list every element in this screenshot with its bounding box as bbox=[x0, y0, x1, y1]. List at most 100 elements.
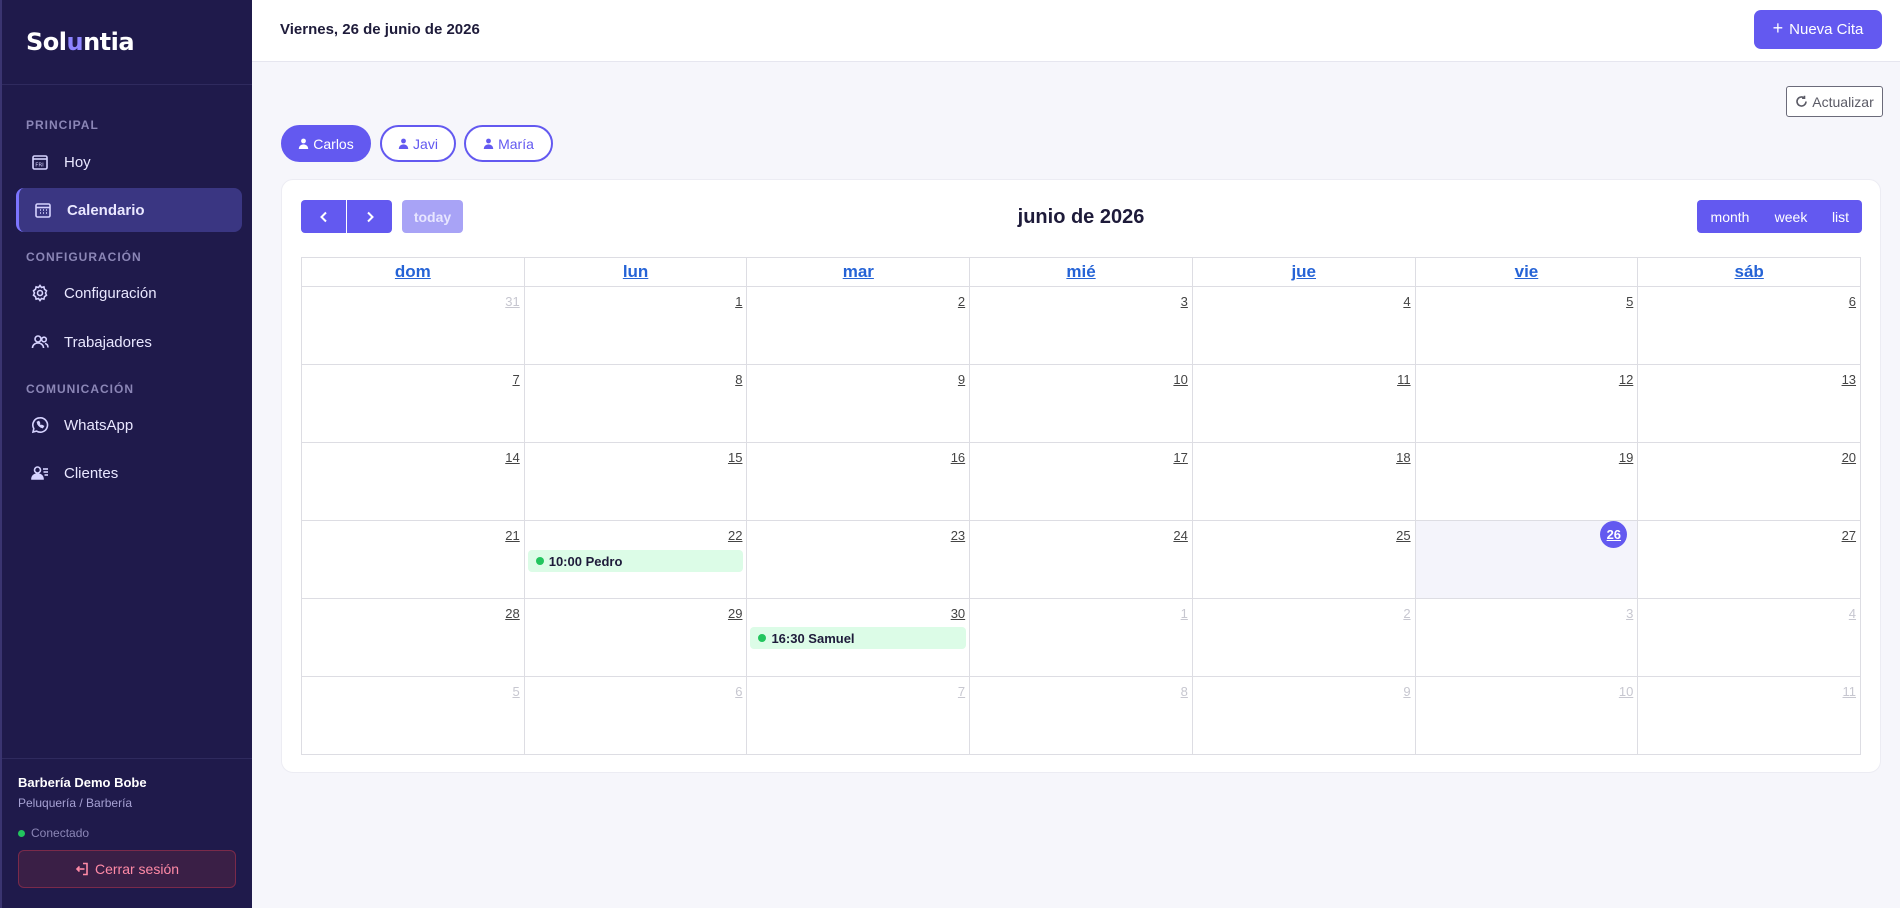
day-number[interactable]: 9 bbox=[1403, 684, 1410, 699]
day-cell[interactable]: 15 bbox=[525, 443, 748, 520]
day-cell[interactable]: 24 bbox=[970, 521, 1193, 598]
day-number[interactable]: 23 bbox=[951, 528, 965, 543]
day-number[interactable]: 1 bbox=[1181, 606, 1188, 621]
next-month-button[interactable] bbox=[347, 200, 392, 233]
day-number[interactable]: 27 bbox=[1842, 528, 1856, 543]
weekday-header[interactable]: lun bbox=[525, 258, 748, 286]
day-number[interactable]: 22 bbox=[728, 528, 742, 543]
day-cell[interactable]: 19 bbox=[1416, 443, 1639, 520]
worker-chip-carlos[interactable]: Carlos bbox=[281, 125, 371, 162]
day-cell[interactable]: 29 bbox=[525, 599, 748, 676]
day-number[interactable]: 28 bbox=[505, 606, 519, 621]
weekday-header[interactable]: sáb bbox=[1638, 258, 1860, 286]
weekday-header[interactable]: dom bbox=[302, 258, 525, 286]
day-cell[interactable]: 3 bbox=[970, 287, 1193, 364]
day-cell[interactable]: 14 bbox=[302, 443, 525, 520]
day-cell[interactable]: 9 bbox=[747, 365, 971, 442]
day-cell[interactable]: 31 bbox=[302, 287, 525, 364]
day-cell[interactable]: 18 bbox=[1193, 443, 1416, 520]
day-cell[interactable]: 4 bbox=[1638, 599, 1860, 676]
day-number[interactable]: 8 bbox=[735, 372, 742, 387]
prev-month-button[interactable] bbox=[301, 200, 346, 233]
day-number[interactable]: 2 bbox=[958, 294, 965, 309]
day-number[interactable]: 29 bbox=[728, 606, 742, 621]
day-number[interactable]: 7 bbox=[512, 372, 519, 387]
day-number[interactable]: 11 bbox=[1397, 372, 1411, 387]
weekday-header[interactable]: mar bbox=[747, 258, 971, 286]
today-button[interactable]: today bbox=[402, 200, 463, 233]
day-number[interactable]: 12 bbox=[1619, 372, 1633, 387]
day-number[interactable]: 3 bbox=[1626, 606, 1633, 621]
day-cell[interactable]: 5 bbox=[1416, 287, 1639, 364]
brand-logo[interactable]: Soluntia bbox=[26, 28, 135, 56]
day-number[interactable]: 20 bbox=[1842, 450, 1856, 465]
day-number[interactable]: 4 bbox=[1403, 294, 1410, 309]
weekday-header[interactable]: jue bbox=[1193, 258, 1416, 286]
day-number[interactable]: 31 bbox=[505, 294, 519, 309]
day-cell[interactable]: 21 bbox=[302, 521, 525, 598]
day-cell[interactable]: 5 bbox=[302, 677, 525, 754]
calendar-event[interactable]: 16:30 Samuel bbox=[750, 627, 967, 649]
day-cell[interactable]: 20 bbox=[1638, 443, 1860, 520]
today-day-number[interactable]: 26 bbox=[1600, 521, 1628, 548]
day-cell[interactable]: 7 bbox=[302, 365, 525, 442]
day-number[interactable]: 10 bbox=[1619, 684, 1633, 699]
sidebar-item-calendario[interactable]: Calendario bbox=[16, 188, 242, 232]
day-number[interactable]: 25 bbox=[1396, 528, 1410, 543]
day-number[interactable]: 13 bbox=[1842, 372, 1856, 387]
view-month-button[interactable]: month bbox=[1697, 200, 1763, 233]
day-cell[interactable]: 2 bbox=[1193, 599, 1416, 676]
day-number[interactable]: 17 bbox=[1173, 450, 1187, 465]
day-cell[interactable]: 9 bbox=[1193, 677, 1416, 754]
day-cell-today[interactable]: 26 bbox=[1415, 521, 1639, 598]
day-cell[interactable]: 2 bbox=[747, 287, 971, 364]
sidebar-item-trabajadores[interactable]: Trabajadores bbox=[16, 320, 242, 364]
day-cell[interactable]: 13 bbox=[1638, 365, 1860, 442]
day-cell[interactable]: 17 bbox=[970, 443, 1193, 520]
day-number[interactable]: 16 bbox=[951, 450, 965, 465]
day-number[interactable]: 2 bbox=[1403, 606, 1410, 621]
new-appointment-button[interactable]: + Nueva Cita bbox=[1754, 10, 1882, 49]
day-cell[interactable]: 7 bbox=[747, 677, 971, 754]
day-number[interactable]: 24 bbox=[1173, 528, 1187, 543]
day-number[interactable]: 3 bbox=[1181, 294, 1188, 309]
day-number[interactable]: 6 bbox=[735, 684, 742, 699]
day-number[interactable]: 14 bbox=[505, 450, 519, 465]
view-week-button[interactable]: week bbox=[1763, 200, 1819, 233]
calendar-event[interactable]: 10:00 Pedro bbox=[527, 550, 744, 572]
day-cell[interactable]: 28 bbox=[302, 599, 525, 676]
worker-chip-maria[interactable]: María bbox=[464, 125, 553, 162]
worker-chip-javi[interactable]: Javi bbox=[380, 125, 456, 162]
day-number[interactable]: 7 bbox=[958, 684, 965, 699]
day-number[interactable]: 21 bbox=[505, 528, 519, 543]
day-number[interactable]: 5 bbox=[512, 684, 519, 699]
day-cell[interactable]: 30 16:30 Samuel bbox=[747, 599, 971, 676]
sidebar-item-hoy[interactable]: FRI Hoy bbox=[16, 140, 242, 184]
day-cell[interactable]: 1 bbox=[525, 287, 748, 364]
day-cell[interactable]: 11 bbox=[1638, 677, 1860, 754]
sidebar-item-whatsapp[interactable]: WhatsApp bbox=[16, 403, 242, 447]
day-cell[interactable]: 3 bbox=[1416, 599, 1639, 676]
day-cell[interactable]: 6 bbox=[525, 677, 748, 754]
refresh-button[interactable]: Actualizar bbox=[1786, 86, 1883, 117]
day-cell[interactable]: 22 10:00 Pedro bbox=[525, 521, 748, 598]
day-cell[interactable]: 11 bbox=[1193, 365, 1416, 442]
day-cell[interactable]: 16 bbox=[747, 443, 971, 520]
day-cell[interactable]: 4 bbox=[1193, 287, 1416, 364]
day-number[interactable]: 10 bbox=[1173, 372, 1187, 387]
day-number[interactable]: 6 bbox=[1849, 294, 1856, 309]
day-cell[interactable]: 12 bbox=[1416, 365, 1639, 442]
day-number[interactable]: 8 bbox=[1181, 684, 1188, 699]
day-number[interactable]: 9 bbox=[958, 372, 965, 387]
day-number[interactable]: 18 bbox=[1396, 450, 1410, 465]
day-number[interactable]: 5 bbox=[1626, 294, 1633, 309]
day-cell[interactable]: 6 bbox=[1638, 287, 1860, 364]
day-number[interactable]: 4 bbox=[1849, 606, 1856, 621]
logout-button[interactable]: Cerrar sesión bbox=[18, 850, 236, 888]
weekday-header[interactable]: vie bbox=[1416, 258, 1639, 286]
day-number[interactable]: 30 bbox=[951, 606, 965, 621]
day-cell[interactable]: 27 bbox=[1638, 521, 1860, 598]
sidebar-item-clientes[interactable]: Clientes bbox=[16, 451, 242, 495]
day-cell[interactable]: 10 bbox=[1416, 677, 1639, 754]
day-number[interactable]: 1 bbox=[735, 294, 742, 309]
